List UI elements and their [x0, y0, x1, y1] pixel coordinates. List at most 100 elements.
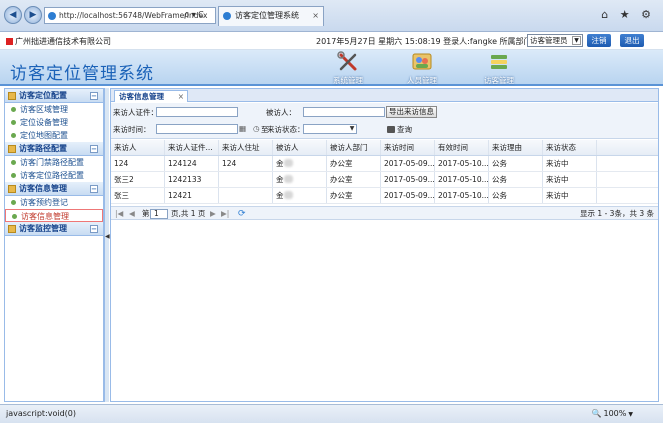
module-system[interactable]: 系统管理 [323, 51, 373, 85]
module-people-label: 人员管理 [407, 76, 437, 85]
sidebar-item-device[interactable]: 定位设备管理 [5, 116, 103, 129]
col-header[interactable]: 来访时间 [381, 140, 435, 155]
tab-visitor-info[interactable]: 访客信息管理 × [114, 90, 188, 102]
col-header[interactable]: 来访理由 [489, 140, 543, 155]
sidebar-item-area[interactable]: 访客区域管理 [5, 103, 103, 116]
zoom-icon: 🔍 [591, 409, 602, 418]
table-row[interactable]: 张三2 1242133 金 办公室 2017-05-09... 2017-05-… [111, 172, 658, 188]
zoom-control[interactable]: 🔍 100% ▼ [592, 409, 633, 418]
visited-name: 金 [276, 191, 284, 200]
exit-button[interactable]: 退出 [620, 34, 644, 47]
table-cell: 来访中 [543, 156, 597, 171]
table-cell: 2017-05-10... [435, 188, 489, 203]
col-header[interactable]: 来访人 [111, 140, 165, 155]
time-start-input[interactable] [156, 124, 238, 134]
table-cell: 124124 [165, 156, 219, 171]
col-header[interactable]: 来访人住址 [219, 140, 273, 155]
last-page-icon[interactable]: ▶| [221, 209, 229, 219]
role-select[interactable]: 访客管理员 ▼ [527, 34, 583, 47]
prev-page-icon[interactable]: ◀ [129, 209, 135, 219]
table-cell [219, 172, 273, 187]
app-banner: 访客定位管理系统 系统管理 人员管理 访客管理 [0, 50, 663, 86]
table-cell: 2017-05-09... [381, 156, 435, 171]
address-tools-icon[interactable]: ρ ▾ C [184, 7, 204, 22]
sidebar-section-path[interactable]: 访客路径配置 − [5, 142, 103, 156]
sidebar-section-location[interactable]: 访客定位配置 − [5, 89, 103, 103]
main-panel: 访客信息管理 × 来访人证件： 被访人： 导出来访信息 来访时间： ▦ ◷ 至 … [110, 88, 659, 402]
tab-close-icon[interactable]: × [178, 91, 184, 102]
module-visitor-label: 访客管理 [484, 76, 514, 85]
bullet-icon [11, 107, 16, 112]
table-cell: 张三2 [111, 172, 165, 187]
refresh-icon[interactable]: ⟳ [238, 209, 246, 219]
sidebar-item-reservation[interactable]: 访客预约登记 [5, 196, 103, 209]
bullet-icon [11, 200, 16, 205]
cert-input[interactable] [156, 107, 238, 117]
table-cell: 金 [273, 156, 327, 171]
export-button[interactable]: 导出来访信息 [386, 106, 437, 118]
tools-icon [337, 51, 357, 71]
col-header[interactable]: 有效时间 [435, 140, 489, 155]
table-header-row: 来访人 来访人证件... 来访人住址 被访人 被访人部门 来访时间 有效时间 来… [111, 140, 658, 156]
sidebar-section-info[interactable]: 访客信息管理 − [5, 182, 103, 196]
browser-tab[interactable]: 访客定位管理系统 × [218, 6, 324, 26]
collapse-icon[interactable]: − [90, 145, 98, 153]
sidebar-item-location-path[interactable]: 访客定位路径配置 [5, 169, 103, 182]
module-people[interactable]: 人员管理 [397, 51, 447, 85]
folder-icon [8, 92, 16, 100]
col-header[interactable]: 来访状态 [543, 140, 597, 155]
page-number-input[interactable]: 1 [150, 209, 168, 219]
visited-label: 被访人： [266, 108, 296, 117]
collapse-icon[interactable]: − [90, 185, 98, 193]
bullet-icon [11, 133, 16, 138]
company-label: 广州拙进通信技术有限公司 [15, 37, 111, 46]
forward-icon[interactable]: ▶ [24, 6, 42, 24]
sidebar-item-visitor-info[interactable]: 访客信息管理 [5, 209, 103, 222]
sidebar-item-label: 定位设备管理 [20, 118, 68, 127]
back-icon[interactable]: ◀ [4, 6, 22, 24]
collapse-icon[interactable]: − [90, 225, 98, 233]
user-info: 2017年5月27日 星期六 15:08:19 登录人:fangke 所属部门:… [316, 37, 551, 46]
page-prefix: 第 [142, 209, 150, 218]
collapse-left-icon: ◀ [105, 233, 110, 240]
col-header[interactable]: 被访人 [273, 140, 327, 155]
sidebar-section-title: 访客监控管理 [19, 224, 67, 233]
table-cell: 来访中 [543, 188, 597, 203]
logout-button[interactable]: 注销 [587, 34, 611, 47]
collapse-icon[interactable]: − [90, 92, 98, 100]
chevron-down-icon: ▼ [572, 36, 581, 45]
table-row[interactable]: 张三 12421 金 办公室 2017-05-09... 2017-05-10.… [111, 188, 658, 204]
table-row[interactable]: 124 124124 124 金 办公室 2017-05-09... 2017-… [111, 156, 658, 172]
sidebar-item-label: 访客区域管理 [20, 105, 68, 114]
query-button[interactable]: 查询 [387, 124, 412, 135]
table-cell: 2017-05-10... [435, 156, 489, 171]
redacted-mark [283, 191, 293, 199]
chevron-down-icon: ▼ [349, 125, 355, 132]
system-title: 访客定位管理系统 [10, 64, 154, 84]
sidebar-item-map[interactable]: 定位地图配置 [5, 129, 103, 142]
cert-label: 来访人证件： [113, 108, 158, 117]
table-cell: 1242133 [165, 172, 219, 187]
sidebar-collapse-handle[interactable]: ◀ [104, 88, 110, 402]
status-select[interactable]: ▼ [303, 124, 357, 134]
zoom-level: 100% [603, 409, 627, 418]
pagination-summary: 显示 1 - 3条，共 3 条 [580, 209, 654, 218]
table-cell: 金 [273, 172, 327, 187]
calendar-icon[interactable]: ▦ [239, 124, 246, 133]
module-visitor[interactable]: 访客管理 [474, 51, 524, 85]
col-header[interactable]: 来访人证件... [165, 140, 219, 155]
browser-toolbar-icons[interactable]: ⌂ ★ ⚙ [601, 8, 655, 21]
visited-input[interactable] [303, 107, 385, 117]
tab-close-icon[interactable]: × [312, 7, 319, 25]
clock-icon[interactable]: ◷ [253, 124, 260, 133]
sidebar-item-gate-path[interactable]: 访客门禁路径配置 [5, 156, 103, 169]
company-name: 广州拙进通信技术有限公司 [6, 36, 111, 47]
col-header[interactable]: 被访人部门 [327, 140, 381, 155]
sidebar-section-monitor[interactable]: 访客监控管理 − [5, 222, 103, 236]
visitor-icon [491, 55, 507, 69]
next-page-icon[interactable]: ▶ [210, 209, 216, 219]
first-page-icon[interactable]: |◀ [115, 209, 123, 219]
visited-name: 金 [276, 175, 284, 184]
table-cell: 2017-05-09... [381, 188, 435, 203]
search-form: 来访人证件： 被访人： 导出来访信息 来访时间： ▦ ◷ 至 来访状态： ▼ 查… [111, 103, 658, 139]
